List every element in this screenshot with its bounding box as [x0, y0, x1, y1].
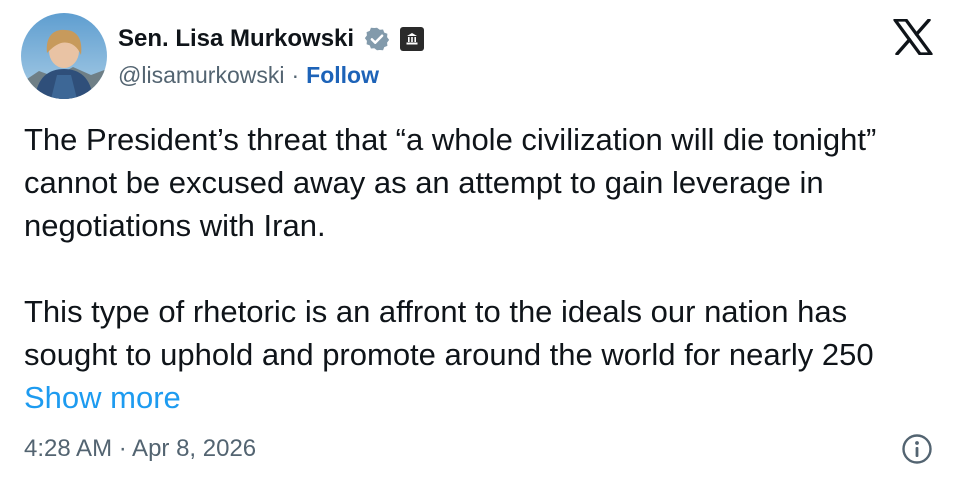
tweet-card: Sen. Lisa Murkowski @lisamurkowski · Fol…	[0, 0, 960, 477]
tweet-paragraph-1: The President’s threat that “a whole civ…	[24, 122, 877, 243]
verified-badge-icon	[364, 26, 390, 52]
info-icon[interactable]	[901, 433, 933, 465]
author-row: Sen. Lisa Murkowski	[118, 22, 425, 56]
tweet-text: The President’s threat that “a whole civ…	[24, 118, 934, 419]
follow-button[interactable]: Follow	[306, 62, 379, 89]
handle-row: @lisamurkowski · Follow	[118, 60, 379, 90]
separator-dot: ·	[291, 61, 300, 88]
tweet-paragraph-2-text: This type of rhetoric is an affront to t…	[24, 294, 874, 372]
tweet-timestamp[interactable]: 4:28 AM · Apr 8, 2026	[24, 433, 256, 465]
author-handle[interactable]: @lisamurkowski	[118, 62, 284, 89]
tweet-paragraph-2: This type of rhetoric is an affront to t…	[24, 290, 934, 419]
x-logo-icon[interactable]	[893, 18, 933, 56]
government-building-icon	[400, 27, 425, 51]
author-name[interactable]: Sen. Lisa Murkowski	[118, 25, 354, 53]
show-more-link[interactable]: Show more	[24, 380, 181, 415]
avatar[interactable]	[21, 13, 107, 99]
